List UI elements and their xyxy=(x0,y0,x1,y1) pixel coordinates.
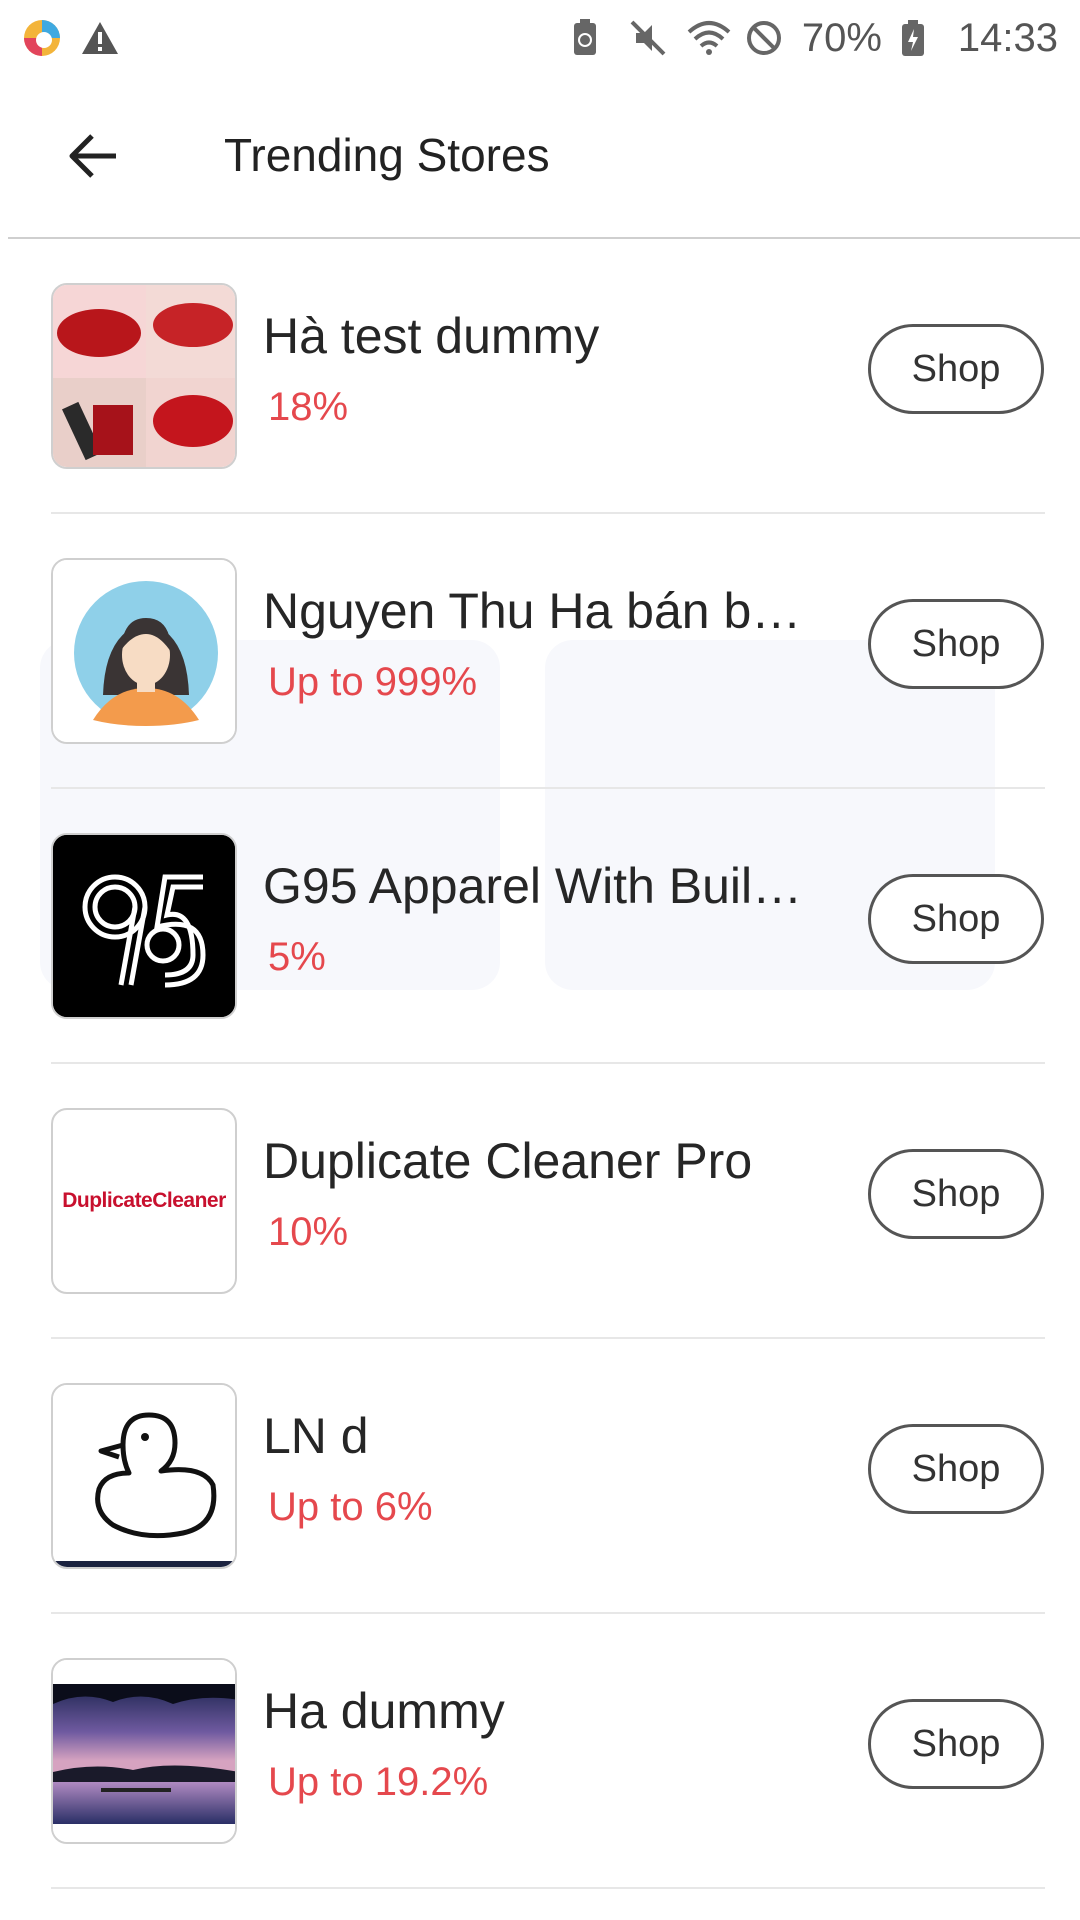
status-right: 70% 14:33 xyxy=(570,16,1058,61)
app-logo-icon xyxy=(22,18,62,58)
duck-icon xyxy=(51,1383,237,1569)
g95-logo-icon xyxy=(51,833,237,1019)
back-button[interactable] xyxy=(58,120,130,192)
cashback-rate: 18% xyxy=(268,385,349,429)
duplicate-cleaner-logo: DuplicateCleaner xyxy=(51,1108,237,1294)
clock: 14:33 xyxy=(957,15,1058,60)
page-title: Trending Stores xyxy=(224,129,550,181)
cashback-rate: 10% xyxy=(268,1210,349,1254)
lake-sunset-photo-icon xyxy=(51,1658,237,1844)
top-app-bar: Trending Stores xyxy=(0,76,1080,239)
shop-button[interactable]: Shop xyxy=(868,874,1044,964)
shop-button[interactable]: Shop xyxy=(868,1699,1044,1789)
store-row[interactable]: Nguyen Thu Ha bán b… Up to 999% Shop xyxy=(0,514,1080,789)
status-left xyxy=(22,18,120,58)
do-not-disturb-icon xyxy=(744,18,784,58)
cashback-rate: Up to 19.2% xyxy=(268,1760,489,1804)
arrow-left-icon xyxy=(69,134,116,178)
cashback-rate: Up to 6% xyxy=(268,1485,433,1529)
battery-saver-icon xyxy=(570,18,610,58)
shop-button[interactable]: Shop xyxy=(868,1149,1044,1239)
wifi-icon xyxy=(686,18,731,58)
battery-percent: 70% xyxy=(801,15,882,60)
shop-button[interactable]: Shop xyxy=(868,599,1044,689)
store-name: G95 Apparel With Buil… xyxy=(263,858,803,914)
battery-charging-icon xyxy=(900,18,940,58)
store-name: Hà test dummy xyxy=(263,308,600,364)
store-name: Duplicate Cleaner Pro xyxy=(263,1133,753,1189)
store-name: LN d xyxy=(263,1408,369,1464)
store-name: Ha dummy xyxy=(263,1683,505,1739)
avatar-woman-icon xyxy=(51,558,237,744)
store-row[interactable]: Hà test dummy 18% Shop xyxy=(0,239,1080,514)
store-row[interactable]: LN d Up to 6% Shop xyxy=(0,1339,1080,1614)
cashback-rate: Up to 999% xyxy=(268,660,478,704)
duplicate-cleaner-logo-text: DuplicateCleaner xyxy=(62,1189,226,1212)
row-divider xyxy=(51,1887,1045,1889)
store-row[interactable]: G95 Apparel With Buil… 5% Shop xyxy=(0,789,1080,1064)
store-name: Nguyen Thu Ha bán b… xyxy=(263,583,802,639)
shop-button[interactable]: Shop xyxy=(868,1424,1044,1514)
status-bar: 70% 14:33 xyxy=(0,0,1080,76)
cashback-rate: 5% xyxy=(268,935,326,979)
lips-photo-icon xyxy=(51,283,237,469)
shop-button[interactable]: Shop xyxy=(868,324,1044,414)
warning-icon xyxy=(80,18,120,58)
store-row[interactable]: Ha dummy Up to 19.2% Shop xyxy=(0,1614,1080,1889)
store-row[interactable]: DuplicateCleaner Duplicate Cleaner Pro 1… xyxy=(0,1064,1080,1339)
mute-icon xyxy=(628,18,668,58)
